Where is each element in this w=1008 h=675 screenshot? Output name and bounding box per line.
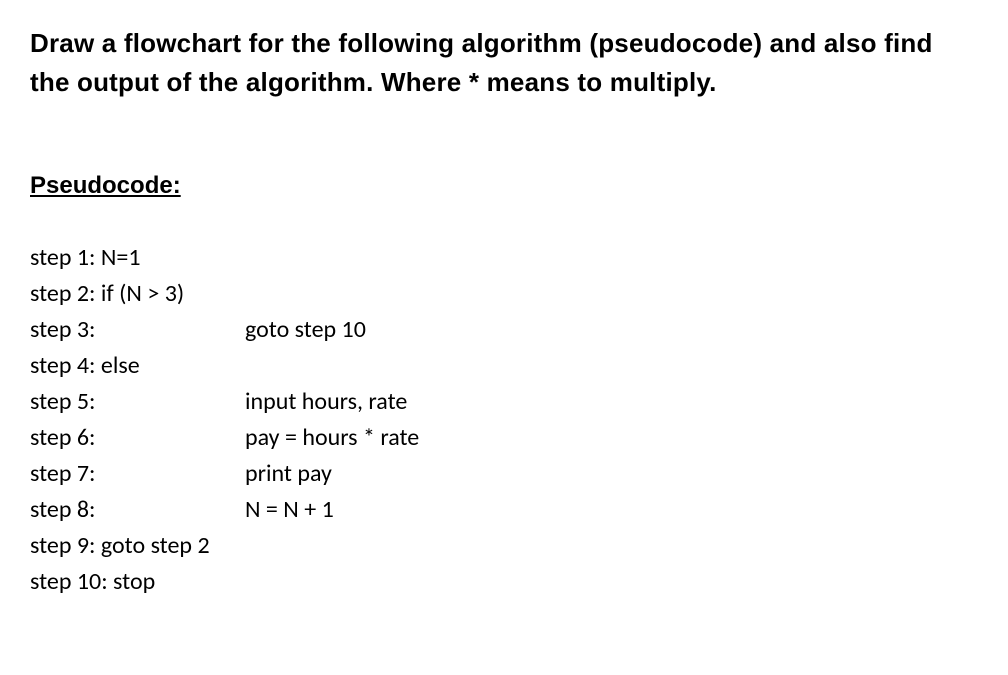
- step-label: step 3:: [30, 312, 245, 348]
- step-body: pay = hours * rate: [245, 420, 978, 456]
- step-row: step 2: if (N > 3): [30, 276, 978, 312]
- step-label: step 1: N=1: [30, 240, 245, 276]
- step-label: step 6:: [30, 420, 245, 456]
- step-body: goto step 10: [245, 312, 978, 348]
- step-row: step 7: print pay: [30, 456, 978, 492]
- step-row: step 3: goto step 10: [30, 312, 978, 348]
- step-body: input hours, rate: [245, 384, 978, 420]
- step-label: step 8:: [30, 492, 245, 528]
- step-row: step 4: else: [30, 348, 978, 384]
- step-row: step 6: pay = hours * rate: [30, 420, 978, 456]
- step-label: step 2: if (N > 3): [30, 276, 245, 312]
- pseudocode-steps: step 1: N=1 step 2: if (N > 3) step 3: g…: [30, 240, 978, 600]
- step-row: step 8: N = N + 1: [30, 492, 978, 528]
- step-body: [245, 528, 978, 564]
- step-label: step 7:: [30, 456, 245, 492]
- step-row: step 5: input hours, rate: [30, 384, 978, 420]
- step-label: step 5:: [30, 384, 245, 420]
- step-body: [245, 240, 978, 276]
- step-label: step 4: else: [30, 348, 245, 384]
- step-label: step 9: goto step 2: [30, 528, 245, 564]
- step-body: [245, 564, 978, 600]
- step-body: [245, 276, 978, 312]
- step-row: step 9: goto step 2: [30, 528, 978, 564]
- step-body: N = N + 1: [245, 492, 978, 528]
- step-body: print pay: [245, 456, 978, 492]
- step-body: [245, 348, 978, 384]
- prompt-title: Draw a flowchart for the following algor…: [30, 24, 978, 102]
- pseudocode-heading: Pseudocode:: [30, 172, 978, 200]
- document-page: Draw a flowchart for the following algor…: [0, 0, 1008, 600]
- step-label: step 10: stop: [30, 564, 245, 600]
- step-row: step 1: N=1: [30, 240, 978, 276]
- step-row: step 10: stop: [30, 564, 978, 600]
